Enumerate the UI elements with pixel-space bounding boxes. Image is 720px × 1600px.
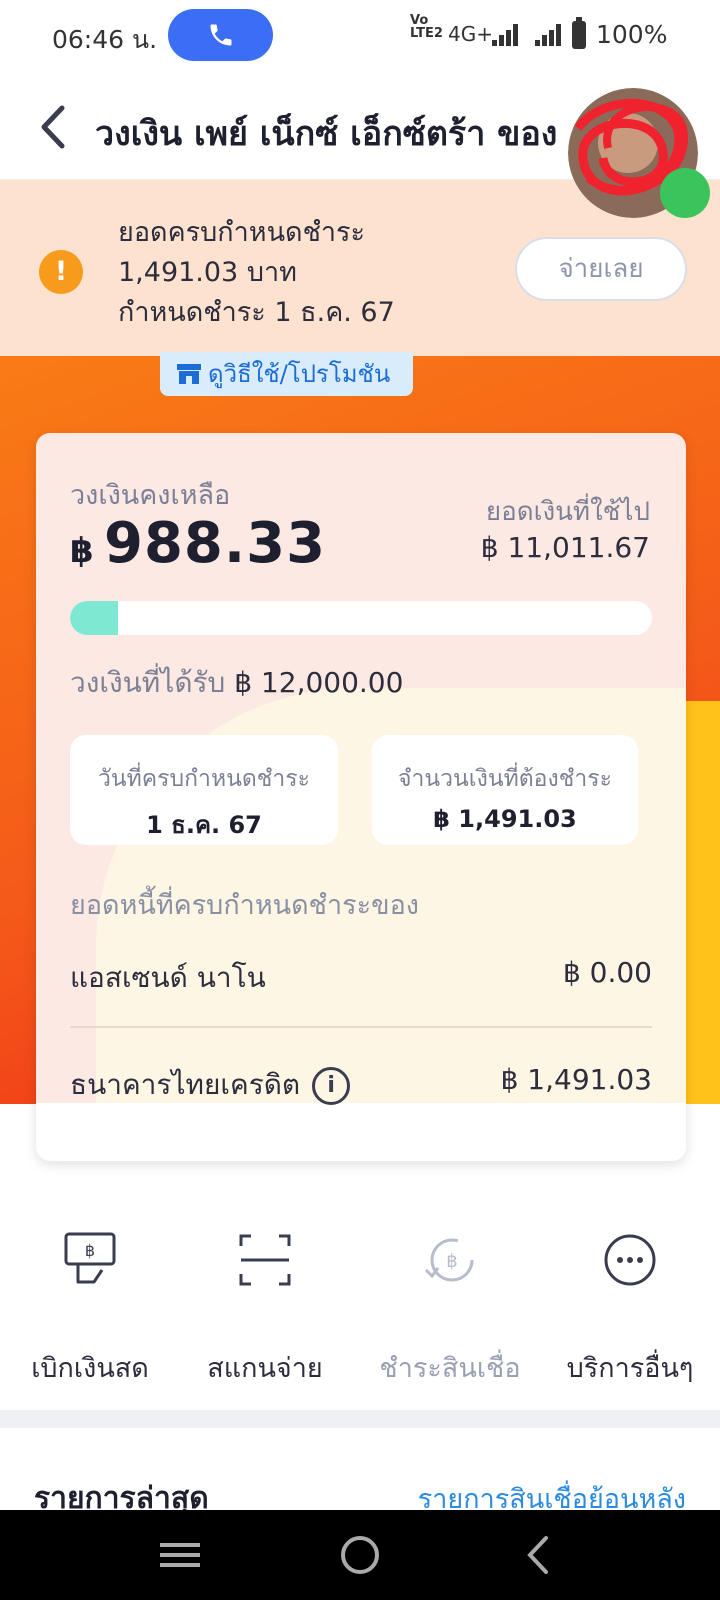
home-circle-icon: [341, 1536, 379, 1574]
debt-value: ฿ 0.00: [562, 956, 652, 989]
cash-withdraw-icon: ฿: [64, 1232, 116, 1284]
info-icon[interactable]: i: [312, 1067, 351, 1105]
divider: [70, 1026, 652, 1028]
debt-row: ธนาคารไทยเครดิต i ฿ 1,491.03: [70, 1063, 652, 1105]
store-icon: [177, 364, 201, 384]
cash-withdraw-button[interactable]: ฿ เบิกเงินสด: [0, 1230, 180, 1384]
used-amount-label: ยอดเงินที่ใช้ไป: [485, 497, 650, 527]
approved-limit-label: วงเงินที่ได้รับ: [70, 666, 226, 699]
limit-progress-bar: [70, 601, 652, 635]
action-label: เบิกเงินสด: [31, 1353, 149, 1384]
approved-limit: วงเงินที่ได้รับ ฿ 12,000.00: [70, 661, 403, 705]
nav-back-button[interactable]: [510, 1530, 570, 1580]
repay-loan-button[interactable]: ฿ ชำระสินเชื่อ: [360, 1230, 540, 1384]
more-icon: [604, 1234, 656, 1286]
amount-due-box: จำนวนเงินที่ต้องชำระ ฿ 1,491.03: [372, 735, 638, 845]
due-banner-title: ยอดครบกำหนดชำระ: [118, 217, 366, 248]
page-title: วงเงิน เพย์ เน็กซ์ เอ็กซ์ตร้า ของ: [95, 114, 558, 154]
home-button[interactable]: [330, 1530, 390, 1580]
remaining-limit-value: 988.33: [104, 511, 327, 576]
used-amount-value: ฿ 11,011.67: [480, 531, 650, 564]
amount-due-value: ฿ 1,491.03: [433, 805, 577, 833]
battery-percent: 100%: [596, 20, 668, 49]
quick-actions: ฿ เบิกเงินสด สแกนจ่าย ฿ ชำระสินเชื่อ บริ…: [0, 1230, 720, 1384]
signal-strength-icon: [535, 24, 563, 46]
credit-limit-card: วงเงินคงเหลือ ฿ 988.33 ยอดเงินที่ใช้ไป ฿…: [36, 433, 686, 1161]
recent-apps-button[interactable]: [150, 1530, 210, 1580]
action-label: บริการอื่นๆ: [566, 1353, 694, 1384]
scan-pay-button[interactable]: สแกนจ่าย: [175, 1230, 355, 1384]
warning-icon: !: [39, 250, 83, 294]
debt-section-label: ยอดหนี้ที่ครบกำหนดชำระของ: [70, 890, 419, 921]
due-date-label: วันที่ครบกำหนดชำระ: [97, 766, 311, 792]
volte-indicator: Vo LTE2: [410, 13, 443, 41]
amount-due-label: จำนวนเงินที่ต้องชำระ: [398, 766, 612, 792]
network-type: 4G+: [448, 22, 493, 46]
status-bar: 06:46 น. Vo LTE2 4G+ 100%: [0, 0, 720, 72]
debt-value: ฿ 1,491.03: [500, 1063, 652, 1096]
due-banner-amount: 1,491.03 บาท: [118, 257, 297, 288]
promo-link[interactable]: ดูวิธีใช้/โปรโมชัน: [160, 352, 413, 396]
divider: [0, 1410, 720, 1428]
debt-name: แอสเซนด์ นาโน: [70, 961, 266, 994]
currency-symbol: ฿: [70, 531, 94, 571]
svg-text:฿: ฿: [85, 1241, 95, 1260]
back-button[interactable]: [30, 100, 74, 154]
due-banner-date: กำหนดชำระ 1 ธ.ค. 67: [118, 297, 395, 328]
due-date-value: 1 ธ.ค. 67: [146, 811, 262, 839]
repay-loan-icon: ฿: [424, 1238, 474, 1282]
chevron-left-icon: [41, 105, 65, 149]
more-services-button[interactable]: บริการอื่นๆ: [540, 1230, 720, 1384]
menu-icon: [160, 1543, 200, 1567]
action-label: สแกนจ่าย: [207, 1353, 323, 1384]
call-status-icon: [660, 168, 710, 218]
debt-row: แอสเซนด์ นาโน ฿ 0.00: [70, 956, 652, 996]
approved-limit-value: ฿ 12,000.00: [234, 666, 404, 699]
chevron-left-icon: [527, 1536, 548, 1574]
remaining-limit-label: วงเงินคงเหลือ: [70, 480, 231, 511]
due-date-box: วันที่ครบกำหนดชำระ 1 ธ.ค. 67: [70, 735, 338, 845]
phone-icon: [210, 24, 231, 46]
svg-text:฿: ฿: [446, 1251, 457, 1272]
action-label: ชำระสินเชื่อ: [379, 1353, 521, 1384]
pay-now-button[interactable]: จ่ายเลย: [515, 237, 687, 301]
ongoing-call-pill[interactable]: [168, 9, 273, 61]
debt-name: ธนาคารไทยเครดิต: [70, 1068, 301, 1101]
scan-icon: [239, 1234, 291, 1286]
status-time: 06:46 น.: [52, 25, 158, 54]
limit-progress-fill: [70, 601, 118, 635]
promo-label: ดูวิธีใช้/โปรโมชัน: [208, 360, 391, 388]
system-navigation-bar: [0, 1510, 720, 1600]
signal-strength-icon: [492, 24, 520, 46]
battery-icon: [572, 17, 586, 49]
